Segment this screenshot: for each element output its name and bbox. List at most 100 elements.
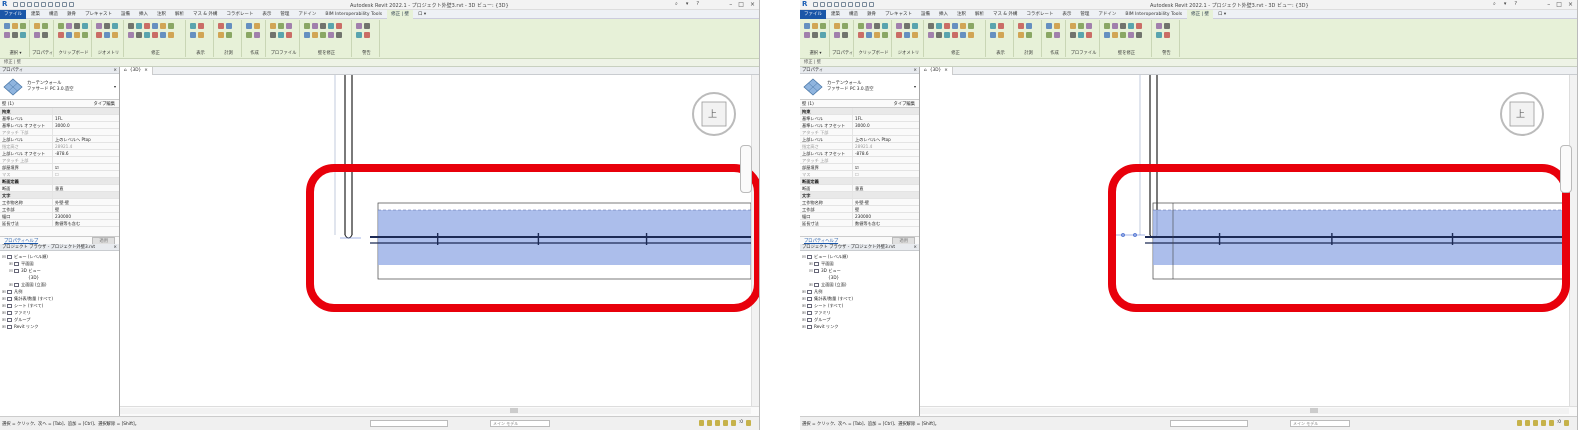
ribbon-tool-icon[interactable] bbox=[866, 32, 872, 38]
browser-node[interactable]: ⊞ 平面図 bbox=[802, 260, 919, 267]
redo-icon[interactable] bbox=[34, 2, 39, 7]
ribbon-tool-icon[interactable] bbox=[198, 32, 204, 38]
ribbon-tool-icon[interactable] bbox=[882, 23, 888, 29]
ribbon-tool-icon[interactable] bbox=[312, 32, 318, 38]
help-icon[interactable]: ? bbox=[1514, 1, 1517, 7]
browser-node[interactable]: ⊞ ファミリ bbox=[802, 309, 919, 316]
ribbon-tool-icon[interactable] bbox=[218, 23, 224, 29]
browser-node[interactable]: ⊟ 3D ビュー bbox=[2, 267, 119, 274]
property-value[interactable]: 垂直 bbox=[52, 185, 119, 191]
section-icon[interactable] bbox=[69, 2, 74, 7]
ribbon-tab-8[interactable]: 解析 bbox=[171, 10, 188, 19]
property-value[interactable]: 壁 bbox=[52, 206, 119, 212]
help-icon[interactable]: ? bbox=[696, 1, 699, 7]
horizontal-scrollbar[interactable] bbox=[120, 408, 751, 414]
drag-elements-icon[interactable] bbox=[730, 420, 736, 426]
tab-3d-view[interactable]: ⌂ {3D} × bbox=[120, 66, 153, 75]
ribbon-tab-10[interactable]: コラボレート bbox=[222, 10, 257, 19]
ribbon-tool-icon[interactable] bbox=[812, 32, 818, 38]
ribbon-tool-icon[interactable] bbox=[364, 32, 370, 38]
ribbon-tool-icon[interactable] bbox=[160, 32, 166, 38]
browser-node[interactable]: ⊞ 平面図 bbox=[2, 260, 119, 267]
ribbon-tool-icon[interactable] bbox=[928, 23, 934, 29]
browser-node[interactable]: ⊟ ビュー (レベル順) bbox=[802, 253, 919, 260]
select-pinned-icon[interactable] bbox=[1532, 420, 1538, 426]
select-links-icon[interactable] bbox=[698, 420, 704, 426]
ribbon-tool-icon[interactable] bbox=[1086, 23, 1092, 29]
property-value[interactable]: -878.6 bbox=[52, 150, 119, 156]
ribbon-tool-icon[interactable] bbox=[168, 32, 174, 38]
ribbon-tool-icon[interactable] bbox=[998, 32, 1004, 38]
ribbon-tab-15[interactable]: 修正 | 壁 bbox=[1187, 9, 1213, 19]
ribbon-tool-icon[interactable] bbox=[96, 32, 102, 38]
ribbon-tool-icon[interactable] bbox=[160, 23, 166, 29]
ribbon-tool-icon[interactable] bbox=[304, 32, 310, 38]
browser-node[interactable]: ⊞ 凡例 bbox=[2, 288, 119, 295]
ribbon-tool-icon[interactable] bbox=[82, 32, 88, 38]
ribbon-tool-icon[interactable] bbox=[1112, 23, 1118, 29]
select-pinned-icon[interactable] bbox=[714, 420, 720, 426]
close-icon[interactable]: × bbox=[113, 67, 117, 74]
ribbon-tool-icon[interactable] bbox=[1026, 23, 1032, 29]
ribbon-tool-icon[interactable] bbox=[270, 32, 276, 38]
ribbon-tab-12[interactable]: 管理 bbox=[1076, 10, 1093, 19]
filter-icon[interactable] bbox=[1564, 420, 1569, 426]
viewcube-face-label[interactable]: 上 bbox=[1516, 107, 1525, 120]
browser-node[interactable]: ⊞ ファミリ bbox=[2, 309, 119, 316]
ribbon-tool-icon[interactable] bbox=[1104, 23, 1110, 29]
ribbon-tool-icon[interactable] bbox=[858, 23, 864, 29]
ribbon-tool-icon[interactable] bbox=[364, 23, 370, 29]
ribbon-tool-icon[interactable] bbox=[152, 32, 158, 38]
ribbon-tool-icon[interactable] bbox=[936, 32, 942, 38]
ribbon-tool-icon[interactable] bbox=[866, 23, 872, 29]
ribbon-tab-2[interactable]: 構造 bbox=[45, 10, 62, 19]
ribbon-tool-icon[interactable] bbox=[286, 23, 292, 29]
ribbon-tool-icon[interactable] bbox=[874, 32, 880, 38]
scroll-thumb[interactable] bbox=[1310, 408, 1318, 413]
ribbon-tool-icon[interactable] bbox=[904, 32, 910, 38]
ribbon-tool-icon[interactable] bbox=[968, 32, 974, 38]
close-icon[interactable]: × bbox=[944, 67, 948, 75]
maximize-icon[interactable]: □ bbox=[1556, 1, 1562, 8]
chevron-down-icon[interactable]: ▾ bbox=[114, 84, 116, 89]
ribbon-tool-icon[interactable] bbox=[336, 23, 342, 29]
revit-app-icon[interactable]: R bbox=[2, 1, 9, 8]
print-icon[interactable] bbox=[41, 2, 46, 7]
ribbon-tool-icon[interactable] bbox=[1026, 32, 1032, 38]
ribbon-tab-4[interactable]: プレキャスト bbox=[81, 10, 116, 19]
workset-selector[interactable] bbox=[1170, 420, 1248, 427]
close-icon[interactable]: × bbox=[913, 67, 917, 74]
ribbon-tool-icon[interactable] bbox=[1018, 32, 1024, 38]
property-value[interactable]: 1FL bbox=[52, 115, 119, 121]
scroll-thumb[interactable] bbox=[510, 408, 518, 413]
browser-node[interactable]: ⊞ シート (すべて) bbox=[2, 302, 119, 309]
ribbon-tool-icon[interactable] bbox=[874, 23, 880, 29]
undo-icon[interactable] bbox=[27, 2, 32, 7]
measure-icon[interactable] bbox=[848, 2, 853, 7]
edit-type-button[interactable]: タイプ編集 bbox=[894, 101, 915, 107]
ribbon-tool-icon[interactable] bbox=[12, 32, 18, 38]
ribbon-tab-12[interactable]: 管理 bbox=[276, 10, 293, 19]
ribbon-tool-icon[interactable] bbox=[246, 32, 252, 38]
browser-node[interactable]: ⊞ シート (すべて) bbox=[802, 302, 919, 309]
undo-icon[interactable] bbox=[827, 2, 832, 7]
ribbon-tab-0[interactable]: ファイル bbox=[0, 9, 26, 19]
ribbon-tab-14[interactable]: BIM Interoperability Tools bbox=[321, 10, 386, 19]
ribbon-tab-8[interactable]: 解析 bbox=[971, 10, 988, 19]
ribbon-tool-icon[interactable] bbox=[1136, 32, 1142, 38]
ribbon-tool-icon[interactable] bbox=[128, 32, 134, 38]
ribbon-tab-16[interactable]: ロ ▾ bbox=[1214, 10, 1230, 19]
browser-node[interactable]: {3D} bbox=[2, 274, 119, 281]
maximize-icon[interactable]: □ bbox=[738, 1, 744, 8]
ribbon-tool-icon[interactable] bbox=[304, 23, 310, 29]
ribbon-tool-icon[interactable] bbox=[896, 23, 902, 29]
property-value[interactable]: 垂直 bbox=[852, 185, 919, 191]
ribbon-tool-icon[interactable] bbox=[904, 23, 910, 29]
ribbon-tab-9[interactable]: マス & 外構 bbox=[189, 10, 221, 19]
ribbon-tool-icon[interactable] bbox=[1104, 32, 1110, 38]
ribbon-tab-7[interactable]: 注釈 bbox=[953, 10, 970, 19]
ribbon-tool-icon[interactable] bbox=[74, 32, 80, 38]
ribbon-tool-icon[interactable] bbox=[936, 23, 942, 29]
browser-node[interactable]: ⊞ Revit リンク bbox=[2, 323, 119, 330]
search-icon[interactable]: ⌕ bbox=[1493, 1, 1496, 7]
